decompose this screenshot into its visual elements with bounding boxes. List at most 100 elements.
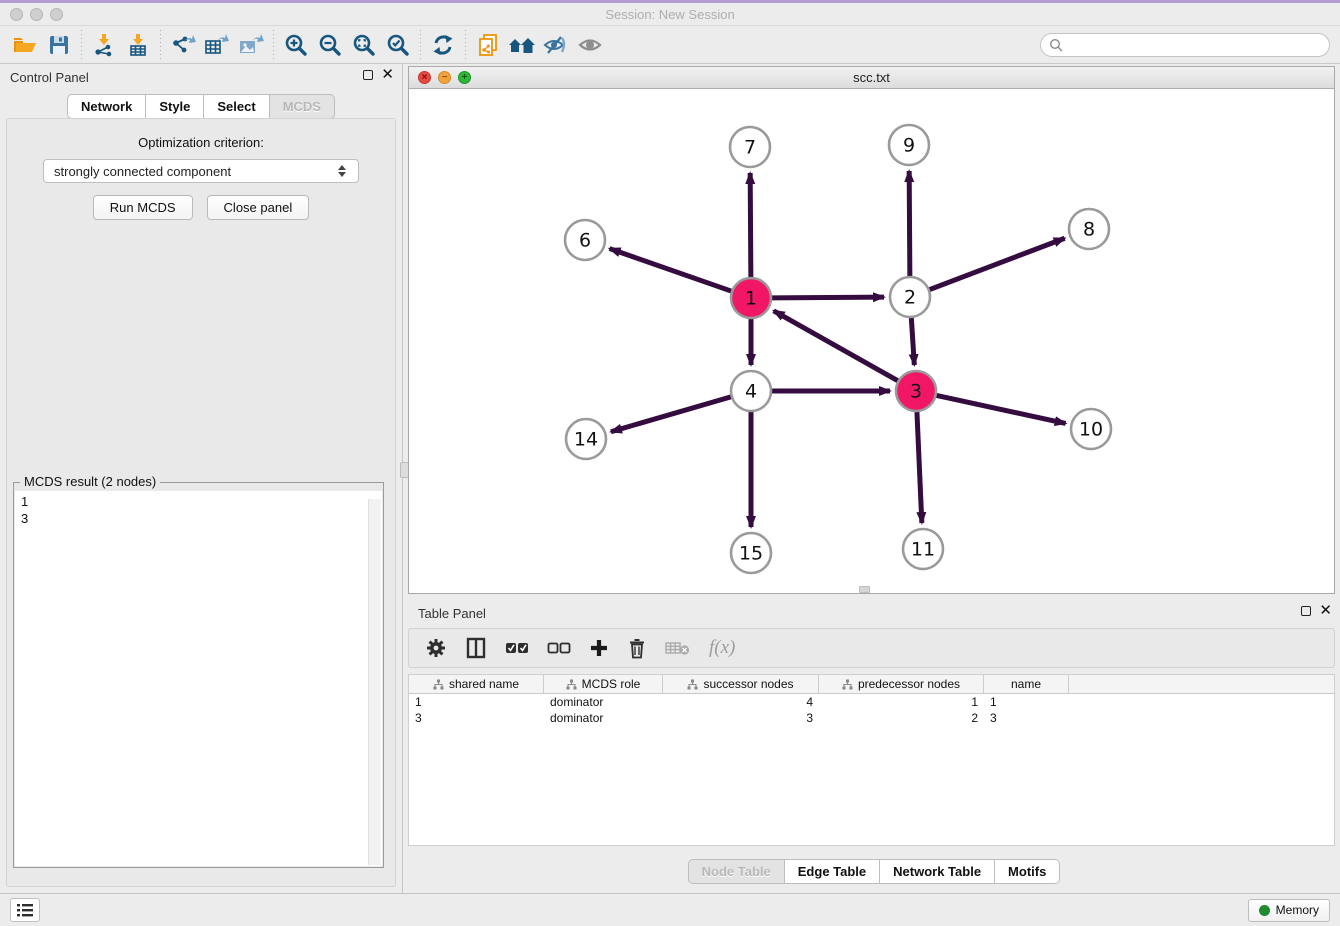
node-7[interactable]: 7	[730, 127, 770, 167]
export-image-button[interactable]	[234, 30, 268, 60]
memory-button[interactable]: Memory	[1248, 899, 1330, 922]
edge-2-3[interactable]	[911, 318, 914, 365]
app-titlebar: Session: New Session	[0, 3, 1340, 26]
node-1[interactable]: 1	[731, 278, 771, 318]
import-network-button[interactable]	[87, 30, 121, 60]
clone-network-button[interactable]	[471, 30, 505, 60]
show-hidden-button[interactable]	[573, 30, 607, 60]
column-header-MCDS-role[interactable]: MCDS role	[544, 675, 663, 693]
table-cell[interactable]: 1	[409, 694, 544, 710]
window-title: Session: New Session	[0, 7, 1340, 22]
table-cell[interactable]: 3	[984, 710, 1069, 726]
horizontal-divider-grip[interactable]	[859, 586, 870, 593]
table-cell[interactable]: dominator	[544, 710, 663, 726]
network-window-titlebar[interactable]: × − + scc.txt	[409, 67, 1334, 89]
svg-text:7: 7	[744, 137, 756, 159]
run-mcds-button[interactable]: Run MCDS	[93, 195, 193, 220]
function-builder-button: f(x)	[709, 637, 735, 659]
column-browser-button[interactable]	[465, 637, 487, 659]
column-header-shared-name[interactable]: shared name	[409, 675, 544, 693]
result-scrollbar[interactable]	[368, 499, 381, 865]
table-settings-button[interactable]	[425, 637, 447, 659]
save-session-button[interactable]	[42, 30, 76, 60]
table-cell[interactable]: 4	[663, 694, 819, 710]
criterion-select[interactable]: strongly connected component	[43, 159, 359, 183]
column-header-successor-nodes[interactable]: successor nodes	[663, 675, 819, 693]
node-3[interactable]: 3	[896, 371, 936, 411]
import-network-icon	[92, 33, 116, 57]
column-header-predecessor-nodes[interactable]: predecessor nodes	[819, 675, 984, 693]
tab-style[interactable]: Style	[146, 94, 204, 119]
node-15[interactable]: 15	[731, 533, 771, 573]
zoom-selected-button[interactable]	[381, 30, 415, 60]
import-table-button[interactable]	[121, 30, 155, 60]
edge-3-11[interactable]	[917, 412, 922, 523]
search-input[interactable]	[1069, 38, 1321, 53]
network-graph[interactable]: 7 9 6 8 1 2 4 3 14 10 15 11	[409, 89, 1333, 592]
mcds-result-area[interactable]: 1 3	[15, 491, 382, 866]
edge-4-14[interactable]	[611, 397, 731, 432]
export-network-button[interactable]	[166, 30, 200, 60]
tab-motifs[interactable]: Motifs	[995, 859, 1060, 884]
create-column-button[interactable]	[589, 638, 609, 658]
control-panel-tabs: NetworkStyleSelectMCDS	[0, 94, 402, 119]
node-4[interactable]: 4	[731, 371, 771, 411]
tab-network[interactable]: Network	[67, 94, 146, 119]
tab-network-table[interactable]: Network Table	[880, 859, 995, 884]
select-all-columns-button[interactable]	[505, 640, 529, 656]
tab-select[interactable]: Select	[204, 94, 269, 119]
float-panel-icon[interactable]	[363, 70, 373, 80]
unselect-all-columns-button[interactable]	[547, 640, 571, 656]
svg-text:11: 11	[911, 539, 935, 561]
close-panel-icon[interactable]: ✕	[381, 70, 394, 80]
search-box[interactable]	[1040, 33, 1330, 57]
edge-3-10[interactable]	[937, 395, 1066, 423]
apply-layout-button[interactable]	[426, 30, 460, 60]
table-cell[interactable]: 2	[819, 710, 984, 726]
edge-1-2[interactable]	[772, 297, 884, 298]
close-table-panel-icon[interactable]: ✕	[1319, 606, 1332, 616]
node-6[interactable]: 6	[565, 220, 605, 260]
hide-selected-button[interactable]	[539, 30, 573, 60]
table-cell[interactable]: dominator	[544, 694, 663, 710]
delete-table-button	[665, 639, 691, 657]
close-panel-button[interactable]: Close panel	[207, 195, 310, 220]
node-11[interactable]: 11	[903, 529, 943, 569]
table-cell[interactable]: 3	[663, 710, 819, 726]
zoom-out-button[interactable]	[313, 30, 347, 60]
checked-boxes-icon	[505, 640, 529, 656]
column-header-name[interactable]: name	[984, 675, 1069, 693]
tab-mcds[interactable]: MCDS	[270, 94, 335, 119]
edge-1-7[interactable]	[750, 173, 751, 277]
float-table-panel-icon[interactable]	[1301, 606, 1311, 616]
zoom-in-button[interactable]	[279, 30, 313, 60]
node-8[interactable]: 8	[1069, 209, 1109, 249]
table-row[interactable]: 1dominator411	[409, 694, 1334, 710]
export-table-button[interactable]	[200, 30, 234, 60]
zoom-fit-button[interactable]	[347, 30, 381, 60]
task-history-button[interactable]	[10, 898, 40, 922]
edge-2-8[interactable]	[930, 238, 1065, 289]
node-14[interactable]: 14	[566, 419, 606, 459]
zoom-in-icon	[284, 33, 308, 57]
node-10[interactable]: 10	[1071, 409, 1111, 449]
table-cell[interactable]: 1	[984, 694, 1069, 710]
node-2[interactable]: 2	[890, 277, 930, 317]
export-table-icon	[204, 33, 230, 57]
table-row[interactable]: 3dominator323	[409, 710, 1334, 726]
edge-2-9[interactable]	[909, 171, 910, 276]
show-all-button[interactable]	[505, 30, 539, 60]
table-cell[interactable]: 3	[409, 710, 544, 726]
open-session-button[interactable]	[8, 30, 42, 60]
mcds-panel: Optimization criterion: strongly connect…	[6, 118, 396, 887]
network-canvas[interactable]: 7 9 6 8 1 2 4 3 14 10 15 11	[409, 89, 1334, 593]
import-table-icon	[126, 33, 150, 57]
tab-edge-table[interactable]: Edge Table	[785, 859, 880, 884]
node-table[interactable]: shared nameMCDS rolesuccessor nodesprede…	[408, 674, 1335, 846]
table-cell[interactable]: 1	[819, 694, 984, 710]
node-9[interactable]: 9	[889, 125, 929, 165]
edge-3-1[interactable]	[774, 311, 898, 381]
edge-1-6[interactable]	[610, 249, 732, 291]
tab-node-table[interactable]: Node Table	[688, 859, 785, 884]
delete-column-button[interactable]	[627, 637, 647, 659]
